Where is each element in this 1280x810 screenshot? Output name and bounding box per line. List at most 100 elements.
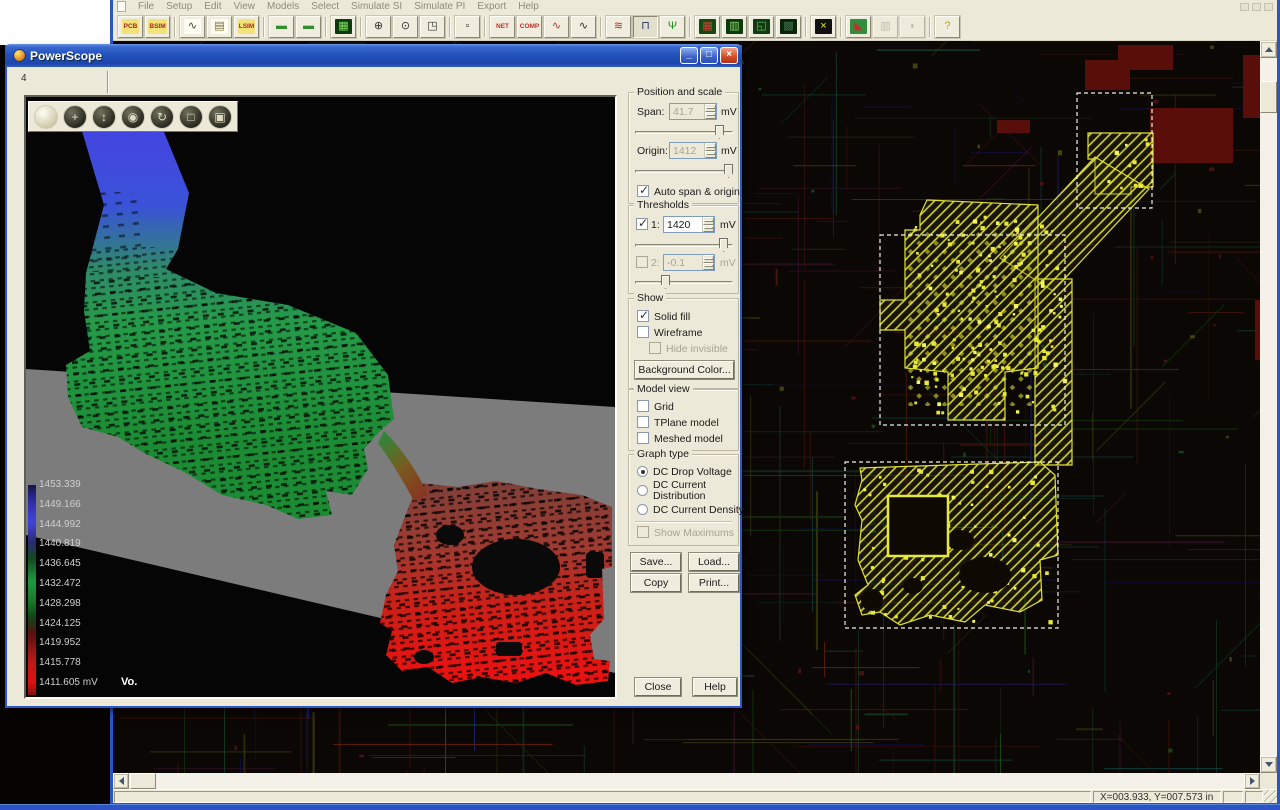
threshold1-spinner[interactable]: 1420	[663, 216, 715, 233]
menu-view[interactable]: View	[228, 1, 262, 12]
threshold1-checkbox[interactable]	[636, 218, 648, 230]
spin-down-icon[interactable]	[703, 225, 714, 233]
new-board-button[interactable]: ▬	[269, 16, 294, 38]
sphere-button[interactable]	[34, 105, 58, 129]
board-window-button[interactable]: ◱	[749, 16, 774, 38]
wing-button[interactable]: ◗	[900, 16, 925, 38]
threshold2-slider-thumb[interactable]	[661, 275, 670, 289]
zoom-points-button[interactable]: ⊙	[393, 16, 418, 38]
fit-view-button[interactable]: ▣	[208, 105, 232, 129]
board-dark-button[interactable]: ▩	[776, 16, 801, 38]
background-color-button[interactable]: Background Color...	[635, 361, 734, 379]
pulse-button[interactable]: ⊓	[633, 16, 658, 38]
menu-edit[interactable]: Edit	[198, 1, 227, 12]
meshed-model-checkbox[interactable]	[637, 432, 649, 444]
spin-down-icon[interactable]	[705, 151, 716, 159]
face-view-button[interactable]: □	[179, 105, 203, 129]
grid-checkbox[interactable]	[637, 400, 649, 412]
pcb-button[interactable]: PCB	[118, 16, 143, 38]
coil-button[interactable]: ≋	[606, 16, 631, 38]
menu-simulate-si[interactable]: Simulate SI	[345, 1, 408, 12]
spin-up-icon[interactable]	[705, 104, 716, 112]
si-waveform-button[interactable]: ∿	[544, 16, 569, 38]
voltage-3d-plot[interactable]: +↕◉↻□▣ 1453.3391449.1661444.9921440.8191…	[24, 95, 617, 699]
wireframe-checkbox[interactable]	[637, 326, 649, 338]
threshold2-slider[interactable]	[635, 275, 733, 289]
histogram-button[interactable]: ▥	[873, 16, 898, 38]
span-spinner[interactable]: 41.7	[669, 103, 717, 120]
tplane-model-checkbox[interactable]	[637, 416, 649, 428]
board-layers-button[interactable]: ▦	[331, 16, 356, 38]
menu-simulate-pi[interactable]: Simulate PI	[408, 1, 471, 12]
help-button[interactable]: Help	[693, 678, 737, 696]
pi-waveform-button[interactable]: ∿	[571, 16, 596, 38]
threshold2-spinner[interactable]: -0.1	[663, 254, 715, 271]
dc-current-distribution-radio[interactable]	[637, 485, 648, 496]
close-button[interactable]: ×	[720, 47, 738, 64]
new-waveform-button[interactable]: ∿	[180, 16, 205, 38]
minimize-button[interactable]: _	[680, 47, 698, 64]
scroll-down-icon[interactable]	[1260, 756, 1277, 773]
table-button[interactable]: ▥	[722, 16, 747, 38]
zoom-in-button[interactable]: ⊕	[366, 16, 391, 38]
scroll-up-icon[interactable]	[1260, 41, 1277, 58]
vscroll-thumb[interactable]	[1260, 81, 1277, 113]
hscroll-thumb[interactable]	[130, 773, 156, 789]
resize-grip[interactable]	[1264, 790, 1277, 803]
auto-span-checkbox[interactable]	[637, 185, 649, 197]
zoom-fit-button[interactable]: ◳	[420, 16, 445, 38]
topology-button[interactable]: Ψ	[660, 16, 685, 38]
close-icon[interactable]	[1264, 3, 1273, 11]
show-maximums-checkbox[interactable]	[637, 526, 649, 538]
spin-down-icon[interactable]	[703, 263, 714, 271]
color-map-button[interactable]: ◣	[846, 16, 871, 38]
pan-button[interactable]: +	[63, 105, 87, 129]
dc-current-density-radio[interactable]	[637, 504, 648, 515]
eye-diagram-button[interactable]: ×	[811, 16, 836, 38]
menu-select[interactable]: Select	[305, 1, 345, 12]
span-slider-thumb[interactable]	[715, 125, 724, 139]
rotate-button[interactable]: ↻	[150, 105, 174, 129]
open-report-button[interactable]: ▤	[207, 16, 232, 38]
load-button[interactable]: Load...	[689, 553, 739, 571]
horizontal-scrollbar[interactable]	[113, 773, 1260, 789]
menu-models[interactable]: Models	[261, 1, 305, 12]
copy-button[interactable]: Copy	[631, 574, 681, 592]
origin-spinner[interactable]: 1412	[669, 142, 717, 159]
menu-help[interactable]: Help	[512, 1, 545, 12]
bsim-button[interactable]: BSIM	[145, 16, 170, 38]
save-button[interactable]: Save...	[631, 553, 681, 571]
maximize-icon[interactable]	[1252, 3, 1261, 11]
scroll-left-icon[interactable]	[113, 773, 129, 789]
origin-slider-thumb[interactable]	[724, 164, 733, 178]
menu-export[interactable]: Export	[471, 1, 512, 12]
maximize-button[interactable]: □	[700, 47, 718, 64]
hide-invisible-checkbox[interactable]	[649, 342, 661, 354]
vertical-scrollbar[interactable]	[1260, 41, 1277, 773]
scroll-right-icon[interactable]	[1244, 773, 1260, 789]
help-button[interactable]: ?	[935, 16, 960, 38]
tilt-button[interactable]: ↕	[92, 105, 116, 129]
menu-file[interactable]: File	[132, 1, 160, 12]
threshold1-slider[interactable]	[635, 238, 733, 252]
comp-button[interactable]: COMP	[517, 16, 542, 38]
close-dialog-button[interactable]: Close	[635, 678, 681, 696]
menu-setup[interactable]: Setup	[160, 1, 198, 12]
lsim-button[interactable]: LSIM	[234, 16, 259, 38]
layer-grid-button[interactable]: ▦	[695, 16, 720, 38]
orbit-button[interactable]: ◉	[121, 105, 145, 129]
threshold2-checkbox[interactable]	[636, 256, 648, 268]
origin-slider[interactable]	[635, 164, 733, 178]
spin-up-icon[interactable]	[705, 143, 716, 151]
solid-fill-checkbox[interactable]	[637, 310, 649, 322]
span-slider[interactable]	[635, 125, 733, 139]
powerscope-titlebar[interactable]: PowerScope _ □ ×	[5, 44, 742, 67]
minimize-icon[interactable]	[1240, 3, 1249, 11]
spin-down-icon[interactable]	[705, 112, 716, 120]
spin-up-icon[interactable]	[703, 217, 714, 225]
minimize-view-button[interactable]: ▫	[455, 16, 480, 38]
board-button[interactable]: ▬	[296, 16, 321, 38]
dc-drop-voltage-radio[interactable]	[637, 466, 648, 477]
threshold1-slider-thumb[interactable]	[719, 238, 728, 252]
net-button[interactable]: NET	[490, 16, 515, 38]
